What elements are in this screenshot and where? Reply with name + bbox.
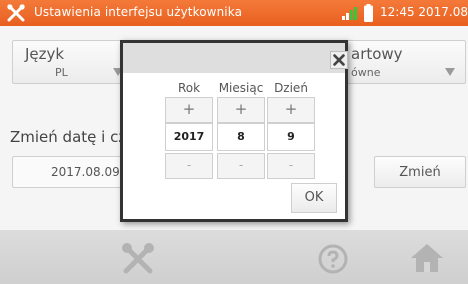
month-header: Miesiąc [218, 81, 264, 95]
language-selector[interactable]: Język PL [12, 40, 130, 84]
dialog-header [123, 43, 345, 73]
bottom-toolbar [0, 230, 468, 284]
month-value[interactable]: 8 [217, 123, 265, 151]
close-icon [333, 54, 345, 66]
window-title: Ustawienia interfejsu użytkownika [34, 5, 243, 19]
home-icon[interactable] [410, 242, 444, 274]
chevron-down-icon [445, 68, 455, 76]
close-button[interactable] [330, 51, 348, 69]
month-decrement-button[interactable]: - [217, 153, 265, 179]
startup-value: ówne [351, 66, 381, 79]
date-picker-dialog: Rok Miesiąc Dzień + + + 2017 8 9 - - - O… [120, 40, 348, 222]
date-section-label: Zmień datę i cz [10, 128, 127, 146]
startup-screen-selector[interactable]: artowy ówne [338, 40, 466, 84]
ok-button[interactable]: OK [291, 183, 337, 213]
day-increment-button[interactable]: + [267, 97, 315, 123]
year-value[interactable]: 2017 [165, 123, 213, 151]
help-icon[interactable] [318, 244, 348, 274]
year-decrement-button[interactable]: - [165, 153, 213, 179]
day-decrement-button[interactable]: - [267, 153, 315, 179]
tools-icon [7, 4, 25, 22]
change-date-button[interactable]: Zmień [374, 156, 466, 188]
status-bar: Ustawienia interfejsu użytkownika 12:45 … [0, 0, 468, 26]
day-header: Dzień [274, 81, 308, 95]
battery-icon [364, 4, 373, 22]
signal-icon [342, 7, 357, 20]
day-value[interactable]: 9 [267, 123, 315, 151]
month-increment-button[interactable]: + [217, 97, 265, 123]
language-label: Język [25, 45, 65, 63]
language-value: PL [55, 66, 68, 79]
startup-label: artowy [351, 45, 403, 63]
year-header: Rok [177, 81, 201, 95]
tools-icon[interactable] [118, 239, 158, 279]
year-increment-button[interactable]: + [165, 97, 213, 123]
clock: 12:45 2017.08.09 [380, 5, 468, 19]
date-field: 2017.08.09 [12, 156, 122, 188]
